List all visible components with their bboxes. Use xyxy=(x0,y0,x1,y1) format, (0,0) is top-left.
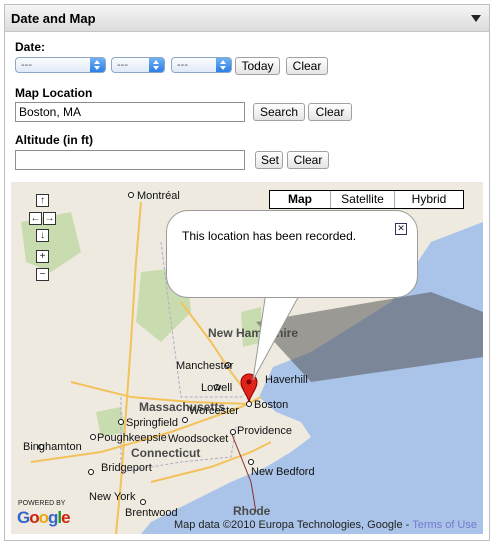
city-label: Poughkeepsie xyxy=(97,432,167,444)
city-label: Boston xyxy=(254,399,288,411)
map-copyright: Map data ©2010 Europa Technologies, Goog… xyxy=(174,519,477,531)
city-dot xyxy=(128,192,134,198)
city-dot xyxy=(182,417,188,423)
select-value: --- xyxy=(177,59,188,71)
city-dot xyxy=(246,401,252,407)
pan-left-icon[interactable]: ← xyxy=(29,212,42,225)
pan-down-icon[interactable]: ↓ xyxy=(36,229,49,242)
city-dot xyxy=(140,499,146,505)
today-button[interactable]: Today xyxy=(235,57,280,75)
city-label: Lowell xyxy=(201,382,232,394)
date-year-select[interactable]: --- xyxy=(171,57,232,73)
map-location-label: Map Location xyxy=(15,86,93,100)
date-day-select[interactable]: --- xyxy=(111,57,165,73)
collapse-triangle-icon[interactable] xyxy=(471,14,481,22)
city-dot xyxy=(248,459,254,465)
map-type-hybrid[interactable]: Hybrid xyxy=(394,191,463,208)
select-arrows-icon xyxy=(90,58,105,72)
city-label: Manchester xyxy=(176,360,234,372)
panel-header[interactable]: Date and Map xyxy=(5,5,489,32)
select-arrows-icon xyxy=(149,58,164,72)
city-label: Montréal xyxy=(137,190,180,202)
city-dot xyxy=(88,469,94,475)
pan-up-icon[interactable]: ↑ xyxy=(36,194,49,207)
state-label: New Hampshire xyxy=(208,326,298,340)
select-value: --- xyxy=(21,59,32,71)
pan-right-icon[interactable]: → xyxy=(43,212,56,225)
date-clear-button[interactable]: Clear xyxy=(286,57,328,75)
info-window: This location has been recorded. ✕ xyxy=(166,210,418,298)
date-month-select[interactable]: --- xyxy=(15,57,106,73)
altitude-clear-button[interactable]: Clear xyxy=(287,151,329,169)
powered-by-label: POWERED BY xyxy=(18,500,66,507)
city-label: Springfield xyxy=(126,417,178,429)
map-type-control: Map Satellite Hybrid xyxy=(269,190,464,209)
city-label: Woodsocket xyxy=(168,433,228,445)
map-type-map[interactable]: Map xyxy=(270,191,330,208)
city-dot xyxy=(230,429,236,435)
tail-joint xyxy=(279,288,301,294)
zoom-in-icon[interactable]: + xyxy=(36,250,49,263)
altitude-input[interactable] xyxy=(15,150,245,170)
close-icon[interactable]: ✕ xyxy=(395,223,407,235)
panel-title: Date and Map xyxy=(11,10,96,26)
location-clear-button[interactable]: Clear xyxy=(308,103,352,121)
search-button[interactable]: Search xyxy=(253,103,305,121)
google-logo[interactable]: Google xyxy=(17,508,71,528)
city-dot xyxy=(118,419,124,425)
copyright-text: Map data ©2010 Europa Technologies, Goog… xyxy=(173,519,413,531)
map-view[interactable]: Montréal New Hampshire Manchester Lowell… xyxy=(11,182,483,534)
city-label: Providence xyxy=(237,425,292,437)
map-location-input[interactable]: Boston, MA xyxy=(15,102,245,122)
marker-dot xyxy=(246,379,252,385)
zoom-out-icon[interactable]: − xyxy=(36,268,49,281)
info-window-message: This location has been recorded. xyxy=(182,229,357,243)
city-label: Worcester xyxy=(189,405,239,417)
set-button[interactable]: Set xyxy=(255,151,283,169)
city-label: New York xyxy=(89,491,136,503)
city-dot xyxy=(90,434,96,440)
date-label: Date: xyxy=(15,40,46,54)
state-label: Connecticut xyxy=(131,446,200,460)
city-label: Haverhill xyxy=(265,374,308,386)
state-label: Rhode xyxy=(233,504,271,518)
altitude-label: Altitude (in ft) xyxy=(15,133,93,147)
city-label: New Bedford xyxy=(251,466,315,478)
select-value: --- xyxy=(117,59,128,71)
city-label: Binghamton xyxy=(23,441,82,453)
date-and-map-panel: Date and Map Date: --- --- --- Today Cle… xyxy=(4,4,490,541)
city-label: Bridgeport xyxy=(101,462,152,474)
map-type-satellite[interactable]: Satellite xyxy=(330,191,394,208)
select-arrows-icon xyxy=(216,58,231,72)
city-label: Brentwood xyxy=(125,507,178,519)
terms-of-use-link[interactable]: Terms of Use xyxy=(412,519,477,531)
